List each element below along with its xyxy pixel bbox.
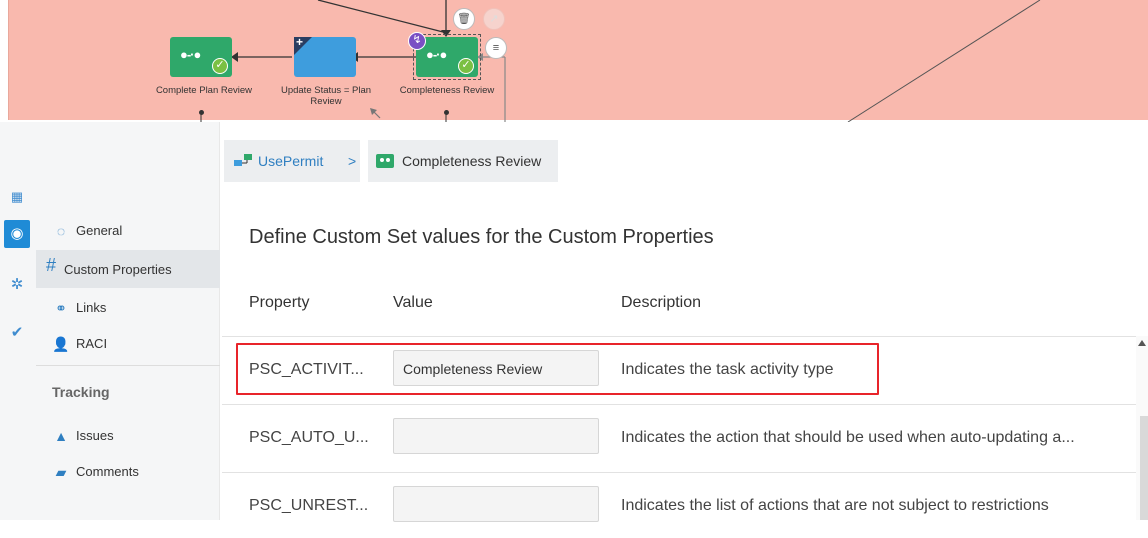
scrollbar-thumb[interactable] — [1140, 416, 1148, 520]
check-icon[interactable]: ✔ — [6, 322, 28, 344]
nav-item-issues[interactable]: ▲ Issues — [36, 418, 220, 454]
property-description: Indicates the list of actions that are n… — [621, 497, 1049, 514]
task-label: Complete Plan Review — [155, 85, 253, 96]
connector-port[interactable] — [444, 110, 449, 115]
property-name: PSC_UNREST... — [249, 497, 369, 514]
column-header-description: Description — [621, 294, 702, 311]
column-header-property: Property — [249, 294, 310, 311]
nav-label: Links — [76, 300, 107, 315]
delete-icon[interactable]: 🗑 — [453, 8, 475, 30]
task-node-update-status[interactable]: + — [294, 35, 356, 77]
page-title: Define Custom Set values for the Custom … — [249, 226, 714, 248]
people-icon: ●-·● — [180, 47, 201, 62]
menu-icon[interactable]: ≡ — [485, 37, 507, 59]
task-icon — [376, 154, 394, 168]
check-badge-icon: ✓ — [212, 58, 228, 74]
task-node-complete-plan-review[interactable]: ●-·● ✓ — [170, 37, 232, 77]
gear-icon[interactable]: ✲ — [6, 274, 28, 296]
person-icon: 👤 — [52, 336, 70, 352]
breadcrumb-current: Completeness Review — [368, 140, 558, 182]
nav-label: General — [76, 223, 123, 238]
column-header-value: Value — [393, 294, 433, 311]
nav-item-raci[interactable]: 👤 RACI — [36, 326, 220, 362]
breadcrumb-current-label: Completeness Review — [402, 153, 542, 169]
value-input[interactable] — [393, 418, 599, 454]
table-row: PSC_UNREST... Indicates the list of acti… — [222, 472, 1136, 538]
property-name: PSC_AUTO_U... — [249, 429, 369, 446]
properties-nav: ◌ General # Custom Properties ⚭ Links 👤 … — [36, 122, 220, 520]
property-description: Indicates the action that should be used… — [621, 429, 1075, 446]
cycle-icon: ◌ — [56, 223, 66, 239]
nav-item-custom-properties[interactable]: # Custom Properties — [36, 250, 220, 288]
grid-icon[interactable]: ▦ — [6, 186, 28, 208]
breadcrumb-separator: > — [348, 153, 357, 169]
scroll-up-arrow-icon[interactable] — [1138, 340, 1146, 346]
process-canvas[interactable]: ●-·● ✓ Complete Plan Review + Update Sta… — [0, 0, 1148, 122]
event-badge-icon[interactable]: ↯ — [408, 32, 426, 50]
tracking-heading: Tracking — [52, 384, 110, 400]
people-icon: ●-·● — [426, 47, 447, 62]
chat-icon[interactable]: ◉ — [6, 223, 28, 245]
breadcrumb-root[interactable]: UsePermit > — [224, 140, 360, 182]
divider — [36, 365, 220, 366]
nav-item-comments[interactable]: ▰ Comments — [36, 454, 220, 490]
icon-rail: ▦ ◉ ✲ ✔ — [0, 122, 36, 520]
nav-label: Custom Properties — [64, 262, 172, 277]
comment-icon: ▰ — [55, 464, 67, 480]
plus-icon: + — [296, 35, 304, 49]
value-input[interactable] — [393, 486, 599, 522]
link-icon: ⚭ — [55, 300, 67, 316]
hash-icon: # — [45, 255, 56, 275]
nav-label: Comments — [76, 464, 139, 479]
nav-label: Issues — [76, 428, 114, 443]
task-label: Completeness Review — [399, 85, 495, 96]
breadcrumb-root-label[interactable]: UsePermit — [258, 140, 323, 182]
table-row: PSC_AUTO_U... Indicates the action that … — [222, 404, 1136, 470]
highlight-annotation — [236, 343, 879, 395]
link-arrow-icon[interactable]: ↗ — [483, 8, 505, 30]
nav-item-general[interactable]: ◌ General — [36, 213, 220, 249]
warning-icon: ▲ — [54, 428, 68, 444]
process-icon — [234, 154, 252, 166]
check-badge-icon: ✓ — [458, 58, 474, 74]
nav-label: RACI — [76, 336, 108, 351]
connector-port[interactable] — [199, 110, 204, 115]
task-label: Update Status = Plan Review — [280, 85, 372, 107]
nav-item-links[interactable]: ⚭ Links — [36, 290, 220, 326]
